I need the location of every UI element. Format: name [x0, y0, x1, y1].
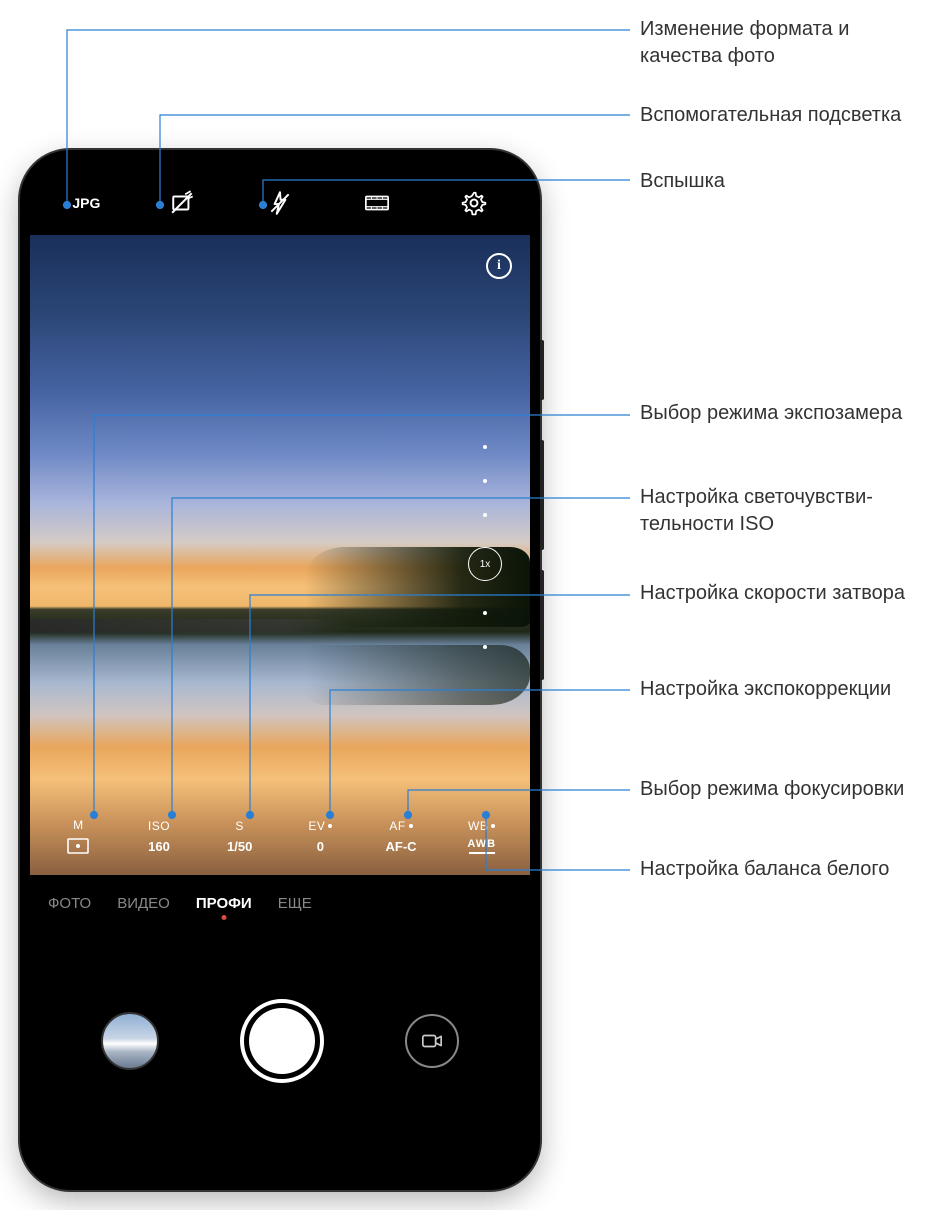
pro-ev-label: EV [308, 819, 332, 833]
pro-shutter-label: S [235, 819, 244, 833]
callout-flash: Вспышка [640, 168, 930, 195]
gear-icon [461, 190, 487, 216]
mode-photo[interactable]: ФОТО [48, 895, 91, 912]
mode-pro[interactable]: ПРОФИ [196, 895, 252, 912]
pro-af-label: AF [389, 819, 412, 833]
mode-strip[interactable]: ФОТО ВИДЕО ПРОФИ ЕЩЕ [30, 875, 530, 931]
pro-shutter[interactable]: S 1/50 [199, 819, 280, 854]
filmstrip-icon [364, 190, 390, 216]
zoom-indicator[interactable]: 1x [468, 547, 502, 581]
pro-shutter-value: 1/50 [227, 839, 252, 854]
mode-more[interactable]: ЕЩЕ [278, 895, 312, 912]
callout-shutter: Настройка скорости затвора [640, 580, 930, 607]
settings-button[interactable] [425, 190, 522, 216]
callout-ev: Настройка экспокоррекции [640, 676, 930, 703]
flash-button[interactable] [232, 190, 329, 216]
scene-pier [30, 619, 350, 633]
zoom-dot [483, 611, 487, 615]
bottom-bar [30, 931, 530, 1180]
zoom-dot [483, 445, 487, 449]
gallery-button[interactable] [101, 1012, 159, 1070]
zoom-scale[interactable]: 1x [468, 445, 502, 649]
matrix-metering-icon [67, 838, 89, 854]
pro-wb-value: AWB [467, 839, 496, 854]
level-button[interactable] [328, 190, 425, 216]
mode-video[interactable]: ВИДЕО [117, 895, 170, 912]
scene-reflection [305, 645, 530, 705]
switch-camera-button[interactable] [405, 1014, 459, 1068]
assist-light-button[interactable] [135, 190, 232, 216]
side-button-vol-down [540, 570, 544, 680]
side-button-power [540, 340, 544, 400]
zoom-dot [483, 513, 487, 517]
pro-metering[interactable]: M [38, 818, 119, 854]
format-button[interactable]: JPG [38, 195, 135, 211]
phone-frame: JPG [20, 150, 540, 1190]
pro-iso-value: 160 [148, 839, 170, 854]
format-label: JPG [72, 195, 100, 211]
pro-wb-label: WB [468, 819, 495, 833]
callout-format: Изменение формата и качества фото [640, 16, 930, 70]
viewfinder[interactable]: i 1x M [30, 235, 530, 875]
zoom-dot [483, 479, 487, 483]
callout-iso: Настройка светочувстви­тельности ISO [640, 484, 930, 538]
pro-iso[interactable]: ISO 160 [119, 819, 200, 854]
assist-light-icon [170, 190, 196, 216]
pro-param-bar: M ISO 160 S 1/50 EV 0 [30, 803, 530, 875]
video-icon [421, 1030, 443, 1052]
shutter-button[interactable] [240, 999, 324, 1083]
pro-af-value: AF-C [386, 839, 417, 854]
shutter-inner [249, 1008, 315, 1074]
flash-off-icon [267, 190, 293, 216]
screen: JPG [30, 160, 530, 1180]
callout-wb: Настройка баланса белого [640, 856, 930, 883]
pro-ev[interactable]: EV 0 [280, 819, 361, 854]
zoom-dot [483, 645, 487, 649]
pro-ev-value: 0 [317, 839, 324, 854]
info-button[interactable]: i [486, 253, 512, 279]
pro-iso-label: ISO [148, 819, 170, 833]
pro-metering-label: M [73, 818, 84, 832]
camera-top-bar: JPG [30, 160, 530, 235]
callout-af: Выбор режима фокусировки [640, 776, 930, 803]
pro-wb[interactable]: WB AWB [441, 819, 522, 854]
callout-metering: Выбор режима экспозамера [640, 400, 930, 427]
callout-assist: Вспомогательная подсветка [640, 102, 930, 129]
side-button-vol-up [540, 440, 544, 550]
pro-af[interactable]: AF AF-C [361, 819, 442, 854]
zoom-level: 1x [480, 559, 491, 570]
